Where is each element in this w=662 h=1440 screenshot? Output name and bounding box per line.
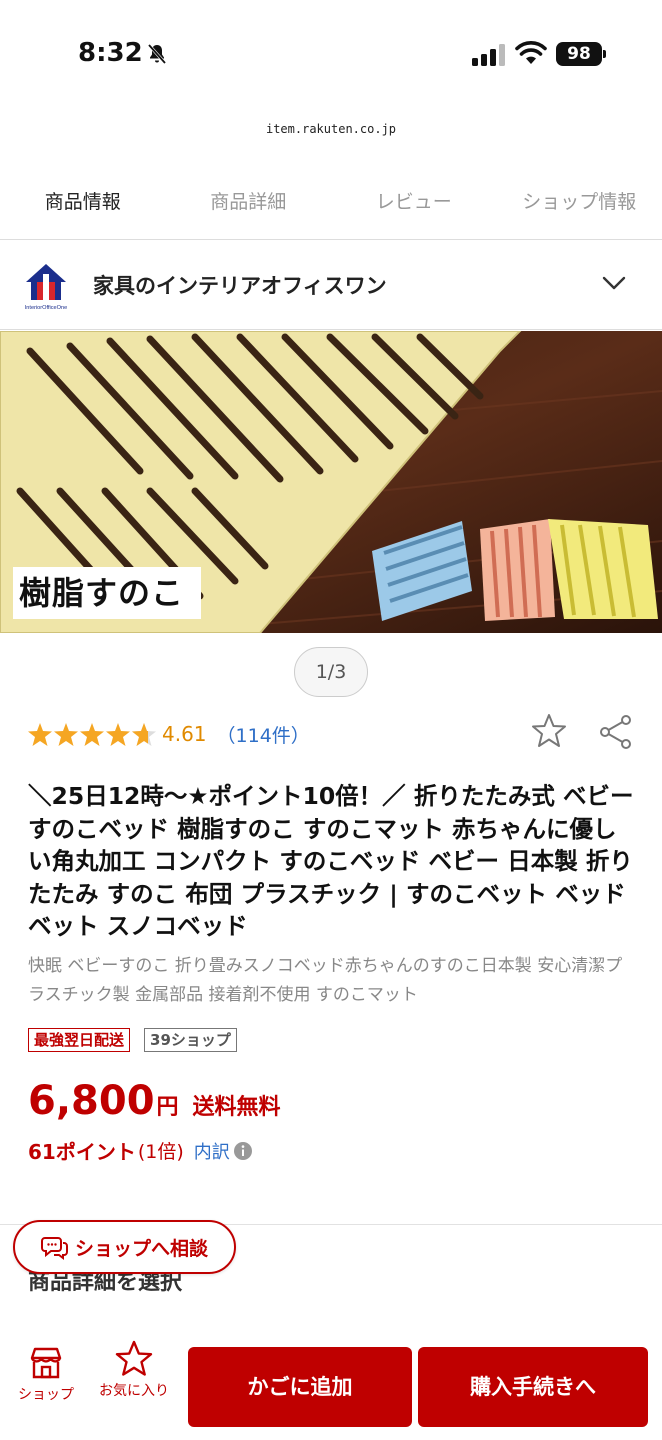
status-time: 8:32 <box>78 38 143 68</box>
free-shipping-label: 送料無料 <box>192 1095 281 1120</box>
shop-nav-button[interactable]: ショップ <box>0 1344 92 1404</box>
shop-logo-text: InteriorOfficeOne <box>25 305 68 311</box>
checkout-button[interactable]: 購入手続きへ <box>418 1347 648 1427</box>
favorite-nav-label: お気に入り <box>99 1383 169 1399</box>
points-multiplier: (1倍) <box>137 1141 184 1163</box>
product-image[interactable]: 樹脂すのこ <box>0 331 662 633</box>
star-outline-icon[interactable] <box>530 712 568 750</box>
shop-nav-label: ショップ <box>18 1387 74 1403</box>
points-value: 61ポイント <box>28 1140 136 1164</box>
badge-row: 最強翌日配送 39ショップ <box>28 1028 237 1052</box>
review-count-link[interactable]: （114件） <box>217 721 310 748</box>
rating-row[interactable]: 4.61 （114件） <box>28 716 310 752</box>
price-value: 6,800 <box>28 1078 155 1124</box>
battery-tip <box>603 50 606 58</box>
gallery-page-indicator: 1/3 <box>294 647 368 697</box>
battery-indicator: 98 <box>556 42 602 66</box>
signal-icon <box>472 44 505 66</box>
chat-icon <box>40 1237 68 1260</box>
star-outline-icon <box>115 1340 153 1376</box>
product-subtitle: 快眠 ベビーすのこ 折り畳みスノコベッド赤ちゃんのすのこ日本製 安心清潔プラスチ… <box>28 956 623 1005</box>
shop-icon <box>30 1347 62 1379</box>
points-row: 61ポイント (1倍) 内訳 <box>28 1136 253 1165</box>
price-currency: 円 <box>156 1095 179 1120</box>
product-title: ＼25日12時〜★ポイント10倍！／ 折りたたみ式 ベビーすのこベッド 樹脂すの… <box>28 782 634 940</box>
shop-header[interactable]: InteriorOfficeOne 家具のインテリアオフィスワン <box>0 240 662 330</box>
rating-value: 4.61 <box>162 722 207 746</box>
shop-logo: InteriorOfficeOne <box>25 264 68 311</box>
image-caption: 樹脂すのこ <box>13 567 201 619</box>
breakdown-link[interactable]: 内訳 <box>194 1138 230 1164</box>
consult-button-label: ショップへ相談 <box>74 1237 208 1260</box>
bell-off-icon <box>147 44 167 64</box>
browser-url[interactable]: item.rakuten.co.jp <box>0 122 662 136</box>
info-icon[interactable] <box>233 1141 253 1161</box>
tab-product-info[interactable]: 商品情報 <box>0 170 166 239</box>
chevron-down-icon[interactable] <box>600 273 628 293</box>
delivery-badge: 最強翌日配送 <box>28 1028 131 1052</box>
share-icon[interactable] <box>597 713 635 751</box>
tab-shop-info[interactable]: ショップ情報 <box>497 170 662 239</box>
shop-name: 家具のインテリアオフィスワン <box>93 274 387 298</box>
favorite-nav-button[interactable]: お気に入り <box>88 1340 180 1400</box>
bottom-action-bar: ショップ お気に入り かごに追加 購入手続きへ <box>0 1334 662 1440</box>
consult-shop-button[interactable]: ショップへ相談 <box>13 1220 236 1274</box>
shop39-badge: 39ショップ <box>144 1028 237 1052</box>
tab-product-details[interactable]: 商品詳細 <box>166 170 332 239</box>
status-bar: 8:32 98 <box>0 0 662 110</box>
product-tabs: 商品情報 商品詳細 レビュー ショップ情報 <box>0 170 662 240</box>
wifi-icon <box>515 41 547 64</box>
tab-reviews[interactable]: レビュー <box>331 170 497 239</box>
price-row: 6,800 円 送料無料 <box>28 1078 281 1124</box>
star-rating-icon <box>28 723 156 746</box>
add-to-cart-button[interactable]: かごに追加 <box>188 1347 412 1427</box>
